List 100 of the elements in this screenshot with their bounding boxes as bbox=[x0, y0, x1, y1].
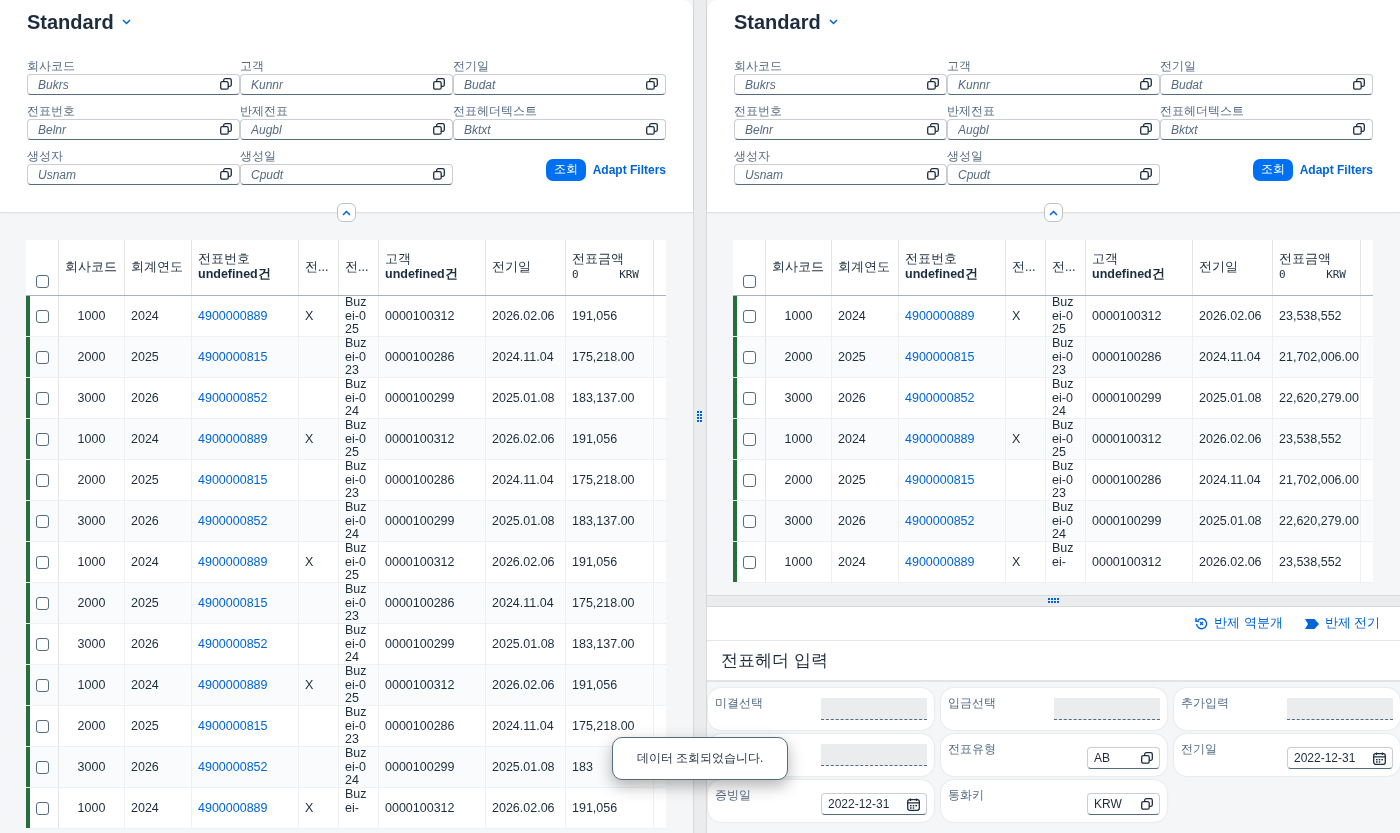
grip-handle-icon[interactable] bbox=[697, 410, 703, 423]
row-checkbox[interactable] bbox=[35, 514, 49, 528]
document-link[interactable]: 4900000815 bbox=[905, 473, 975, 487]
calendar-icon[interactable] bbox=[907, 797, 920, 811]
document-link[interactable]: 4900000815 bbox=[198, 596, 268, 610]
column-header[interactable]: 전표번호 bbox=[905, 252, 999, 267]
column-header[interactable]: 전... bbox=[1052, 260, 1079, 275]
filter-field[interactable]: Belnr bbox=[734, 119, 947, 140]
value-help-icon[interactable] bbox=[433, 168, 445, 180]
input-field[interactable]: AB bbox=[1087, 747, 1160, 769]
select-all-checkbox[interactable] bbox=[35, 275, 49, 288]
filter-field[interactable]: Bktxt bbox=[453, 119, 666, 140]
variant-title[interactable]: Standard bbox=[734, 10, 821, 34]
column-header[interactable]: 전... bbox=[305, 260, 332, 275]
row-checkbox[interactable] bbox=[35, 760, 49, 774]
grip-handle-icon[interactable] bbox=[1047, 598, 1060, 604]
row-checkbox[interactable] bbox=[742, 473, 756, 487]
column-header[interactable]: 전표번호 bbox=[198, 252, 292, 267]
value-help-icon[interactable] bbox=[927, 123, 939, 135]
document-link[interactable]: 4900000889 bbox=[198, 555, 268, 569]
row-checkbox[interactable] bbox=[35, 391, 49, 405]
input-field[interactable] bbox=[821, 744, 927, 766]
column-header[interactable]: 전... bbox=[1012, 260, 1039, 275]
document-link[interactable]: 4900000889 bbox=[905, 555, 975, 569]
row-checkbox[interactable] bbox=[742, 514, 756, 528]
value-help-icon[interactable] bbox=[220, 168, 232, 180]
filter-field[interactable]: Usnam bbox=[734, 164, 947, 185]
document-link[interactable]: 4900000852 bbox=[198, 391, 268, 405]
calendar-icon[interactable] bbox=[1373, 751, 1386, 765]
action-button[interactable]: 반제 전기 bbox=[1304, 615, 1380, 632]
date-field[interactable]: 2022-12-31 bbox=[1287, 747, 1393, 769]
filter-field[interactable]: Bukrs bbox=[734, 74, 947, 95]
row-checkbox[interactable] bbox=[742, 309, 756, 323]
filter-field[interactable]: Kunnr bbox=[947, 74, 1160, 95]
value-help-icon[interactable] bbox=[646, 78, 658, 90]
row-checkbox[interactable] bbox=[35, 678, 49, 692]
column-header[interactable]: 고객 bbox=[1092, 252, 1186, 267]
select-all-checkbox[interactable] bbox=[742, 275, 756, 288]
row-checkbox[interactable] bbox=[742, 432, 756, 446]
date-field[interactable]: 2022-12-31 bbox=[821, 793, 927, 815]
document-link[interactable]: 4900000889 bbox=[198, 801, 268, 815]
document-link[interactable]: 4900000852 bbox=[198, 760, 268, 774]
value-help-icon[interactable] bbox=[1140, 123, 1152, 135]
document-link[interactable]: 4900000815 bbox=[198, 719, 268, 733]
value-help-icon[interactable] bbox=[433, 123, 445, 135]
row-checkbox[interactable] bbox=[35, 309, 49, 323]
column-header[interactable]: 회계연도 bbox=[131, 260, 185, 275]
document-link[interactable]: 4900000889 bbox=[198, 309, 268, 323]
value-help-icon[interactable] bbox=[646, 123, 658, 135]
row-checkbox[interactable] bbox=[35, 473, 49, 487]
row-checkbox[interactable] bbox=[742, 555, 756, 569]
row-checkbox[interactable] bbox=[35, 555, 49, 569]
input-field[interactable] bbox=[1287, 698, 1393, 720]
column-header[interactable]: 회사코드 bbox=[772, 260, 825, 275]
value-help-icon[interactable] bbox=[927, 78, 939, 90]
document-link[interactable]: 4900000852 bbox=[905, 514, 975, 528]
row-checkbox[interactable] bbox=[742, 350, 756, 364]
filter-field[interactable]: Cpudt bbox=[240, 164, 453, 185]
value-help-icon[interactable] bbox=[927, 168, 939, 180]
adapt-filters-link[interactable]: Adapt Filters bbox=[592, 162, 666, 177]
column-header[interactable]: 전... bbox=[345, 260, 372, 275]
value-help-icon[interactable] bbox=[1353, 78, 1365, 90]
row-checkbox[interactable] bbox=[742, 391, 756, 405]
document-link[interactable]: 4900000815 bbox=[198, 473, 268, 487]
document-link[interactable]: 4900000852 bbox=[198, 514, 268, 528]
document-link[interactable]: 4900000852 bbox=[198, 637, 268, 651]
filter-field[interactable]: Usnam bbox=[27, 164, 240, 185]
document-link[interactable]: 4900000889 bbox=[198, 678, 268, 692]
input-field[interactable] bbox=[821, 698, 927, 720]
row-checkbox[interactable] bbox=[35, 350, 49, 364]
filter-field[interactable]: Augbl bbox=[947, 119, 1160, 140]
filter-field[interactable]: Kunnr bbox=[240, 74, 453, 95]
value-help-icon[interactable] bbox=[1353, 123, 1365, 135]
column-header[interactable]: 전기일 bbox=[492, 260, 559, 275]
filter-field[interactable]: Budat bbox=[1160, 74, 1373, 95]
document-link[interactable]: 4900000889 bbox=[198, 432, 268, 446]
column-header[interactable]: 회계연도 bbox=[838, 260, 892, 275]
go-button[interactable]: 조회 bbox=[1252, 158, 1293, 181]
adapt-filters-link[interactable]: Adapt Filters bbox=[1299, 162, 1373, 177]
filter-field[interactable]: Augbl bbox=[240, 119, 453, 140]
column-header[interactable]: 전기일 bbox=[1199, 260, 1266, 275]
collapse-button[interactable] bbox=[336, 203, 356, 222]
value-help-icon[interactable] bbox=[220, 123, 232, 135]
column-header[interactable]: 전표금액 bbox=[1279, 252, 1354, 267]
variant-title[interactable]: Standard bbox=[27, 10, 114, 34]
chevron-down-icon[interactable] bbox=[121, 19, 131, 25]
column-header[interactable]: 회사코드 bbox=[65, 260, 118, 275]
value-help-icon[interactable] bbox=[1140, 168, 1152, 180]
row-checkbox[interactable] bbox=[35, 596, 49, 610]
filter-field[interactable]: Budat bbox=[453, 74, 666, 95]
row-checkbox[interactable] bbox=[35, 432, 49, 446]
column-header[interactable]: 전표금액 bbox=[572, 252, 647, 267]
filter-field[interactable]: Bktxt bbox=[1160, 119, 1373, 140]
value-help-icon[interactable] bbox=[1141, 752, 1153, 764]
document-link[interactable]: 4900000889 bbox=[905, 309, 975, 323]
document-link[interactable]: 4900000815 bbox=[198, 350, 268, 364]
row-checkbox[interactable] bbox=[35, 801, 49, 815]
input-field[interactable]: KRW bbox=[1087, 793, 1160, 815]
column-header[interactable]: 고객 bbox=[385, 252, 479, 267]
filter-field[interactable]: Belnr bbox=[27, 119, 240, 140]
